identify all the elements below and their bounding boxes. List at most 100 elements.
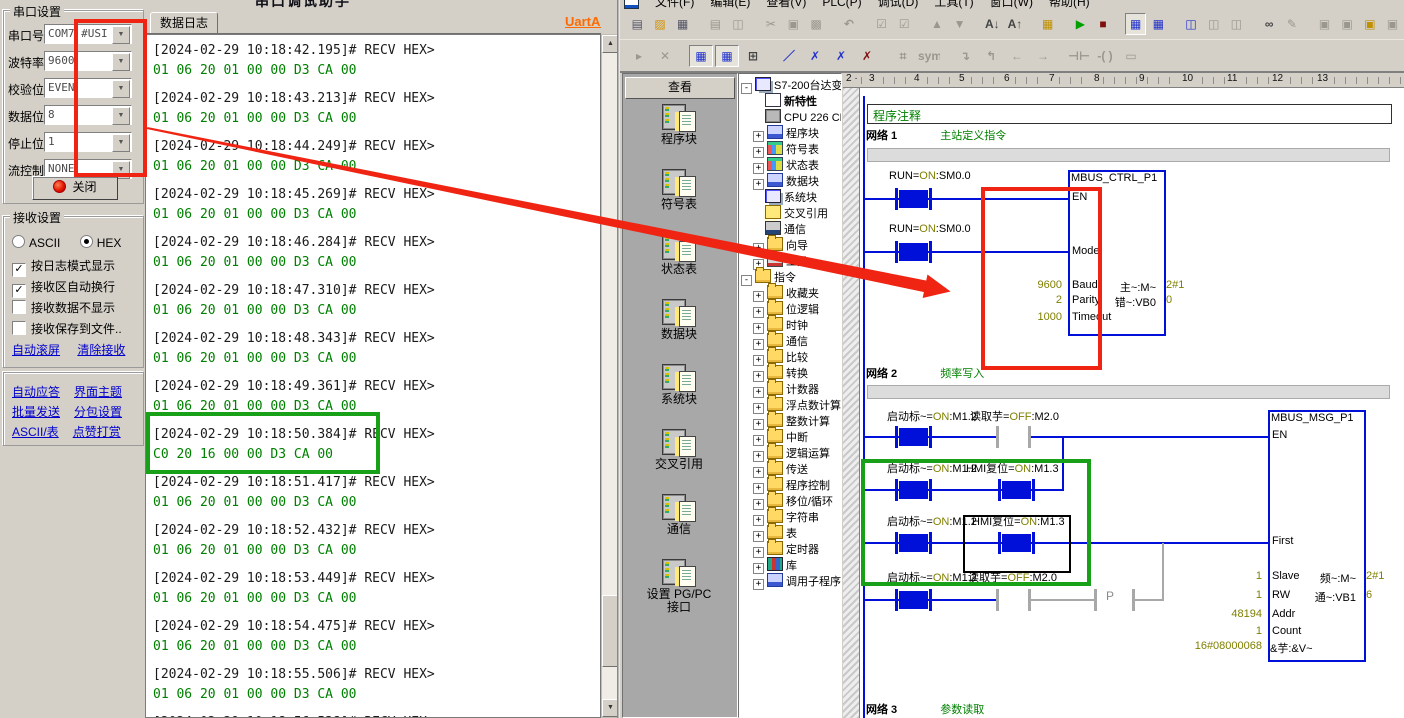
tree-item[interactable]: +整数计算 — [739, 413, 841, 429]
sort-desc-icon[interactable]: A↑ — [1005, 13, 1026, 35]
tool-link[interactable]: 自动应答 — [12, 385, 60, 399]
grid-view-icon[interactable]: ⊞ — [741, 45, 765, 67]
tree-item[interactable]: +逻辑运算 — [739, 445, 841, 461]
contact-label-start-a[interactable]: 启动标~=ON:M1.2 — [887, 408, 977, 424]
delete-row-icon[interactable]: ✗ — [855, 45, 879, 67]
value-error[interactable]: 6 — [1366, 589, 1372, 601]
tree-item[interactable]: +时钟 — [739, 317, 841, 333]
insert-row-icon[interactable]: ✗ — [829, 45, 853, 67]
compile-icon[interactable]: ☑ — [871, 13, 892, 35]
tree-item[interactable]: +收藏夹 — [739, 285, 841, 301]
program-status-icon[interactable]: ▦ — [1125, 13, 1146, 35]
bookmark-icon[interactable]: ⌗ — [891, 45, 915, 67]
contact-label-read-a[interactable]: 读取芋=OFF:M2.0 — [970, 408, 1059, 424]
nav-item[interactable]: 数据块 — [623, 297, 735, 360]
value-done[interactable]: 2#1 — [1166, 279, 1184, 291]
nav-item[interactable]: 系统块 — [623, 362, 735, 425]
close-port-button[interactable]: 关闭 — [32, 176, 118, 200]
tree-item[interactable]: +中断 — [739, 429, 841, 445]
new-icon[interactable]: ▤ — [627, 13, 648, 35]
nav-down-icon[interactable]: ↴ — [953, 45, 977, 67]
auto-scroll-link[interactable]: 自动滚屏 — [12, 343, 60, 357]
value-count[interactable]: 1 — [1204, 625, 1262, 637]
lock-up-icon[interactable]: ▣ — [1382, 13, 1403, 35]
tree-item[interactable]: +位逻辑 — [739, 301, 841, 317]
tree-item[interactable]: -S7-200台达变频器 — [739, 77, 841, 93]
tree-item[interactable]: 通信 — [739, 221, 841, 237]
nav-item[interactable]: 设置 PG/PC 接口 — [623, 557, 735, 620]
copy-icon[interactable]: ▣ — [783, 13, 804, 35]
password-lock-icon[interactable]: ▣ — [1360, 13, 1381, 35]
run-icon[interactable]: ▶ — [1070, 13, 1091, 35]
project-tree[interactable]: -S7-200台达变频器 新特性 CPU 226 CN RE +程序块 +符号表… — [738, 73, 842, 718]
chart-read-icon[interactable]: ◫ — [1226, 13, 1247, 35]
tree-item[interactable]: 新特性 — [739, 93, 841, 109]
value-addr[interactable]: 48194 — [1204, 608, 1262, 620]
nav-up-icon[interactable]: ↰ — [979, 45, 1003, 67]
contact-run1-energized[interactable] — [899, 190, 928, 208]
unlock-icon[interactable]: ▣ — [1337, 13, 1358, 35]
cut-icon[interactable]: ✂ — [760, 13, 781, 35]
menu-item[interactable]: 窗口(W) — [990, 0, 1033, 9]
lad-sym-view-icon[interactable]: ▦ — [715, 45, 739, 67]
paste-icon[interactable]: ▩ — [806, 13, 827, 35]
recv-checkbox[interactable]: 接收保存到文件.. — [12, 320, 122, 337]
expand-toggle-icon[interactable]: + — [753, 179, 764, 190]
expand-toggle-icon[interactable]: - — [741, 83, 752, 94]
tree-item[interactable]: +移位/循环 — [739, 493, 841, 509]
tree-item[interactable]: +转换 — [739, 365, 841, 381]
network1-comment-bar[interactable] — [867, 148, 1390, 162]
open-icon[interactable]: ▨ — [650, 13, 671, 35]
menu-item[interactable]: 编辑(E) — [710, 0, 750, 9]
contact-insert-icon[interactable]: ⊣⊢ — [1067, 45, 1091, 67]
log-scrollbar[interactable]: ▲ ▼ — [601, 34, 618, 718]
download-icon[interactable]: ▼ — [949, 13, 970, 35]
tree-item[interactable]: +定时器 — [739, 541, 841, 557]
clear-receive-link[interactable]: 清除接收 — [77, 343, 125, 357]
recv-checkbox[interactable]: 接收数据不显示 — [12, 299, 115, 316]
program-comment-box[interactable]: 程序注释 — [867, 104, 1392, 124]
tree-item[interactable]: +调用子程序 — [739, 573, 841, 589]
tree-item[interactable]: +符号表 — [739, 141, 841, 157]
menu-item[interactable]: 查看(V) — [766, 0, 806, 9]
recv-checkbox[interactable]: ✓接收区自动换行 — [12, 278, 115, 298]
menu-item[interactable]: 调试(D) — [878, 0, 919, 9]
menu-item[interactable]: PLC(P) — [822, 0, 861, 9]
tree-item[interactable]: CPU 226 CN RE — [739, 109, 841, 125]
compile-all-icon[interactable]: ☑ — [894, 13, 915, 35]
tree-item[interactable]: 交叉引用 — [739, 205, 841, 221]
value-data-ptr[interactable]: 16#08000068 — [1168, 640, 1262, 652]
write-icon[interactable]: ✎ — [1282, 13, 1303, 35]
insert-network-icon[interactable]: ／ — [777, 45, 801, 67]
nav-item[interactable]: 通信 — [623, 492, 735, 555]
lock-icon[interactable]: ▣ — [1314, 13, 1335, 35]
tree-item[interactable]: +传送 — [739, 461, 841, 477]
tree-item[interactable]: +浮点数计算 — [739, 397, 841, 413]
recv-checkbox[interactable]: ✓按日志模式显示 — [12, 257, 115, 277]
value-slave[interactable]: 1 — [1204, 570, 1262, 582]
menu-item[interactable]: 文件(F) — [655, 0, 694, 9]
tool-link[interactable]: 界面主题 — [74, 385, 122, 399]
tree-item[interactable]: +数据块 — [739, 173, 841, 189]
tree-item[interactable]: 系统块 — [739, 189, 841, 205]
nav-item[interactable]: 程序块 — [623, 102, 735, 165]
chart-status-icon[interactable]: ◫ — [1181, 13, 1202, 35]
menu-item[interactable]: 工具(T) — [934, 0, 973, 9]
tree-item[interactable]: +表 — [739, 525, 841, 541]
chart-pause-icon[interactable]: ◫ — [1203, 13, 1224, 35]
value-error[interactable]: 0 — [1166, 294, 1172, 306]
tree-item[interactable]: +程序控制 — [739, 477, 841, 493]
positive-edge-contact[interactable]: P — [1106, 589, 1114, 603]
print-preview-icon[interactable]: ◫ — [728, 13, 749, 35]
tool-link[interactable]: 分包设置 — [74, 405, 122, 419]
expand-toggle-icon[interactable]: + — [753, 579, 764, 590]
tool-link[interactable]: 批量发送 — [12, 405, 60, 419]
tree-item[interactable]: +计数器 — [739, 381, 841, 397]
undo-icon[interactable]: ↶ — [839, 13, 860, 35]
tree-item[interactable]: +状态表 — [739, 157, 841, 173]
tree-item[interactable]: +通信 — [739, 333, 841, 349]
ascii-radio[interactable]: ASCII — [12, 236, 60, 250]
lad-view-icon[interactable]: ▦ — [689, 45, 713, 67]
tree-item[interactable]: +程序块 — [739, 125, 841, 141]
value-rw[interactable]: 1 — [1204, 589, 1262, 601]
